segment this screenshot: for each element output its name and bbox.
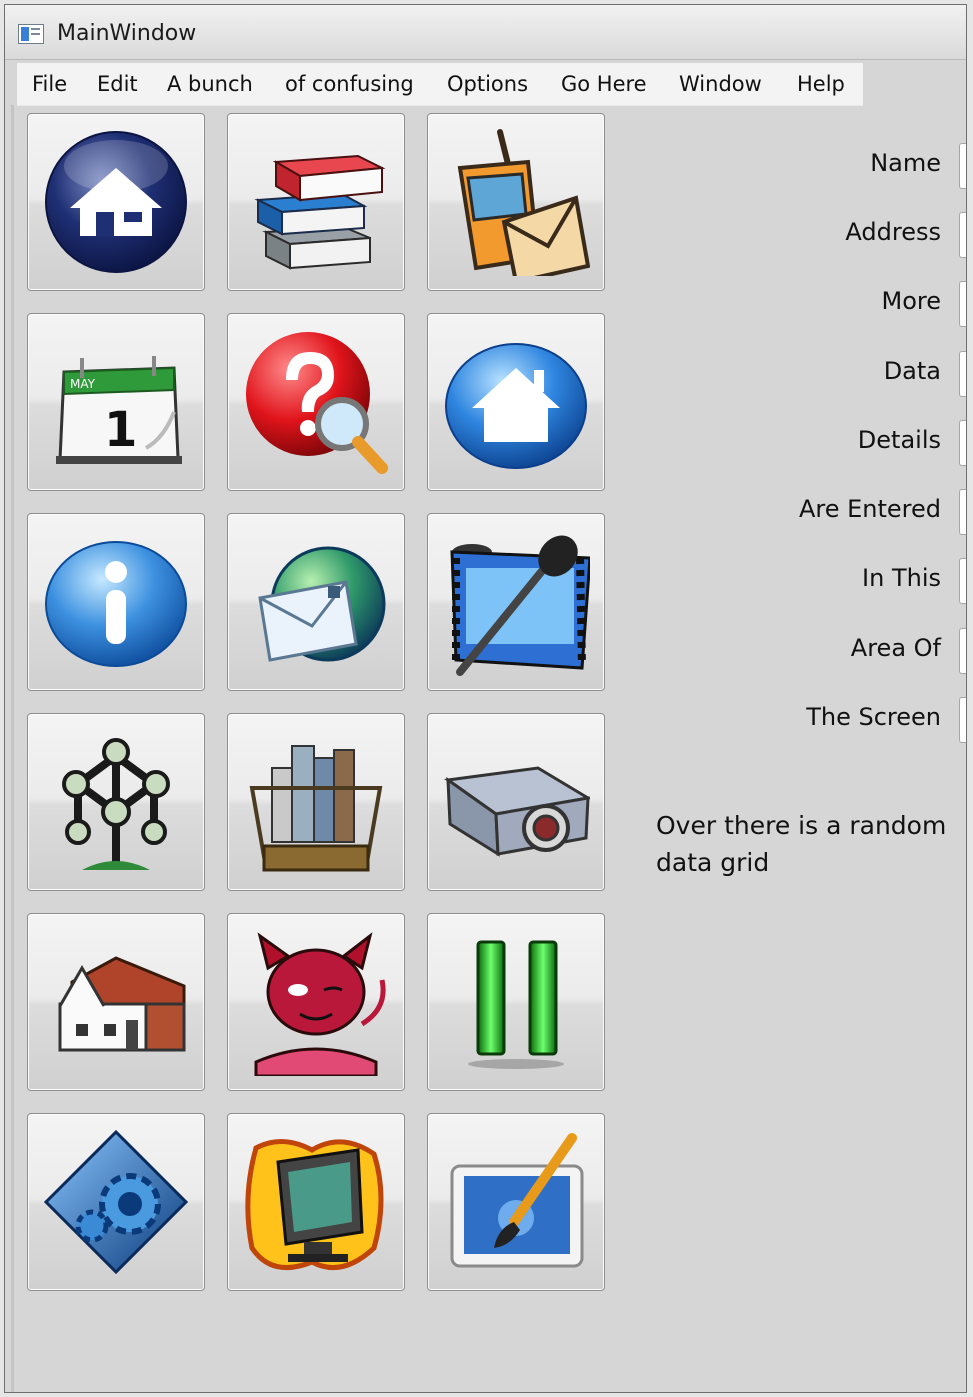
home-blue-icon — [445, 343, 587, 469]
input-are-entered[interactable] — [959, 489, 966, 535]
tile-home-blue[interactable] — [427, 313, 605, 491]
tile-books[interactable] — [227, 113, 405, 291]
email-globe-icon — [258, 546, 386, 662]
window-title: MainWindow — [57, 21, 197, 46]
tile-help-search[interactable] — [227, 313, 405, 491]
menu-of-confusing[interactable]: of confusing — [285, 72, 414, 96]
left-edge — [11, 105, 14, 1392]
label-are-entered: Are Entered — [798, 495, 941, 523]
content-area: MAY 1 Name Address More Data Details Are… — [11, 105, 966, 1392]
tile-projector[interactable] — [427, 713, 605, 891]
label-details: Details — [857, 426, 941, 454]
menu-help[interactable]: Help — [797, 72, 845, 96]
tile-film-microphone[interactable] — [427, 513, 605, 691]
info-icon — [45, 541, 187, 667]
projector-icon — [444, 766, 590, 857]
input-the-screen[interactable] — [959, 697, 966, 743]
input-more[interactable] — [959, 281, 966, 327]
menu-file[interactable]: File — [32, 72, 67, 96]
calendar-day: 1 — [104, 402, 137, 458]
input-address[interactable] — [959, 212, 966, 258]
tile-info[interactable] — [27, 513, 205, 691]
pause-icon — [468, 940, 564, 1069]
label-address: Address — [845, 218, 941, 246]
tile-email-globe[interactable] — [227, 513, 405, 691]
menu-a-bunch[interactable]: A bunch — [167, 72, 253, 96]
tile-home[interactable] — [27, 113, 205, 291]
menu-edit[interactable]: Edit — [97, 72, 138, 96]
app-icon — [18, 24, 44, 44]
input-in-this[interactable] — [959, 558, 966, 604]
label-the-screen: The Screen — [806, 703, 941, 731]
calendar-month: MAY — [70, 377, 96, 391]
input-area-of[interactable] — [959, 628, 966, 674]
label-more: More — [881, 287, 942, 315]
devil-icon — [254, 932, 386, 1076]
main-window: MainWindow File Edit A bunch of confusin… — [4, 4, 967, 1393]
title-bar[interactable]: MainWindow — [5, 5, 966, 60]
paint-brush-icon — [450, 1133, 584, 1268]
help-search-icon — [246, 332, 388, 474]
tile-paint-brush[interactable] — [427, 1113, 605, 1291]
books-icon — [254, 154, 386, 270]
tile-gear-diamond[interactable] — [27, 1113, 205, 1291]
computer-fire-icon — [245, 1139, 384, 1271]
home-icon — [45, 131, 187, 273]
label-area-of: Area Of — [850, 634, 941, 662]
film-microphone-icon — [450, 535, 590, 676]
menu-bar: File Edit A bunch of confusing Options G… — [17, 63, 863, 106]
label-name: Name — [870, 149, 941, 177]
tile-computer-fire[interactable] — [227, 1113, 405, 1291]
tile-phone-mail[interactable] — [427, 113, 605, 291]
tile-house[interactable] — [27, 913, 205, 1091]
menu-options[interactable]: Options — [447, 72, 528, 96]
atomium-icon — [62, 738, 170, 870]
tile-calendar[interactable]: MAY 1 — [27, 313, 205, 491]
data-grid-note: Over there is a random data grid — [656, 811, 947, 877]
tile-pause[interactable] — [427, 913, 605, 1091]
house-icon — [58, 956, 186, 1052]
tile-city-briefcase[interactable] — [227, 713, 405, 891]
input-data[interactable] — [959, 351, 966, 397]
calendar-icon: MAY 1 — [56, 356, 182, 464]
input-name[interactable] — [959, 143, 966, 189]
gear-diamond-icon — [43, 1129, 189, 1275]
menu-window[interactable]: Window — [679, 72, 762, 96]
tile-devil[interactable] — [227, 913, 405, 1091]
phone-mail-icon — [457, 129, 590, 276]
tile-atomium[interactable] — [27, 713, 205, 891]
menu-go-here[interactable]: Go Here — [561, 72, 647, 96]
label-data: Data — [883, 357, 941, 385]
label-in-this: In This — [862, 564, 941, 592]
city-briefcase-icon — [249, 745, 383, 872]
input-details[interactable] — [959, 420, 966, 466]
